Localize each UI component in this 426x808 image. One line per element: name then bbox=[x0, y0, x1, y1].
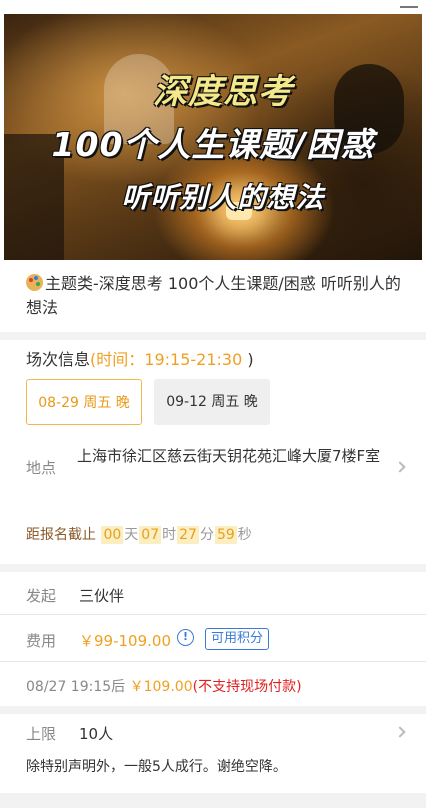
event-title: 主题类-深度思考 100个人生课题/困惑 听听别人的想法 bbox=[26, 272, 416, 320]
countdown-seconds-unit: 秒 bbox=[237, 527, 252, 543]
available-points-button[interactable]: 可用积分 bbox=[205, 628, 270, 650]
countdown-seconds: 59 bbox=[214, 526, 237, 544]
countdown-days: 00 bbox=[101, 526, 124, 544]
section-divider bbox=[0, 332, 426, 340]
countdown-hours: 07 bbox=[139, 526, 162, 544]
countdown-days-unit: 天 bbox=[124, 527, 139, 543]
fee-price: ￥99-109.00 bbox=[79, 632, 171, 650]
banner-title-line1: 深度思考 bbox=[153, 72, 293, 112]
section-divider bbox=[0, 706, 426, 714]
chevron-right-icon[interactable] bbox=[394, 461, 406, 473]
no-onsite-payment-note: (不支持现场付款) bbox=[192, 679, 302, 695]
limit-note: 除特别声明外，一般5人成行。谢绝空降。 bbox=[26, 759, 287, 775]
palette-icon bbox=[26, 274, 43, 291]
organizer-label: 发起 bbox=[26, 587, 57, 605]
chevron-right-icon[interactable] bbox=[394, 726, 406, 738]
banner-title-line2: 100个人生课题/困惑 bbox=[51, 125, 375, 164]
bottom-divider bbox=[0, 793, 426, 808]
banner-title-line3: 听听别人的想法 bbox=[121, 181, 325, 214]
event-banner: 深度思考 100个人生课题/困惑 听听别人的想法 bbox=[4, 14, 422, 260]
countdown-minutes: 27 bbox=[177, 526, 199, 544]
location-label: 地点 bbox=[26, 459, 57, 477]
section-divider bbox=[0, 564, 426, 572]
fee-label: 费用 bbox=[26, 632, 57, 650]
event-title-text: 主题类-深度思考 100个人生课题/困惑 听听别人的想法 bbox=[26, 274, 401, 317]
session-option-0912[interactable]: 09-12 周五 晚 bbox=[154, 379, 270, 425]
menu-icon[interactable] bbox=[400, 0, 418, 8]
countdown-minutes-unit: 分 bbox=[199, 527, 214, 543]
session-close-paren: ) bbox=[242, 350, 254, 369]
limit-label: 上限 bbox=[26, 725, 57, 743]
late-fee-time: 08/27 19:15后 bbox=[26, 679, 126, 695]
location-address[interactable]: 上海市徐汇区慈云街天钥花苑汇峰大厦7楼F室 bbox=[77, 444, 387, 468]
session-time-label: 时间： bbox=[96, 350, 145, 369]
countdown-hours-unit: 时 bbox=[162, 527, 177, 543]
row-divider bbox=[0, 614, 426, 615]
row-divider bbox=[0, 661, 426, 662]
organizer-value: 三伙伴 bbox=[79, 587, 125, 605]
top-bar bbox=[0, 0, 426, 14]
countdown-label: 距报名截止 bbox=[26, 527, 96, 543]
session-option-0829[interactable]: 08-29 周五 晚 bbox=[26, 379, 142, 425]
info-icon[interactable]: ! bbox=[177, 629, 194, 646]
session-time-value: 19:15-21:30 bbox=[144, 350, 243, 369]
late-fee-notice: 08/27 19:15后 ￥109.00(不支持现场付款) bbox=[26, 676, 302, 696]
session-label: 场次信息 bbox=[26, 350, 91, 369]
late-fee-amount: ￥109.00 bbox=[129, 679, 193, 695]
limit-value[interactable]: 10人 bbox=[79, 723, 113, 744]
session-header: 场次信息(时间：19:15-21:30 ) bbox=[26, 346, 254, 370]
registration-countdown: 距报名截止 00 天 07 时 27 分 59 秒 bbox=[26, 524, 252, 544]
